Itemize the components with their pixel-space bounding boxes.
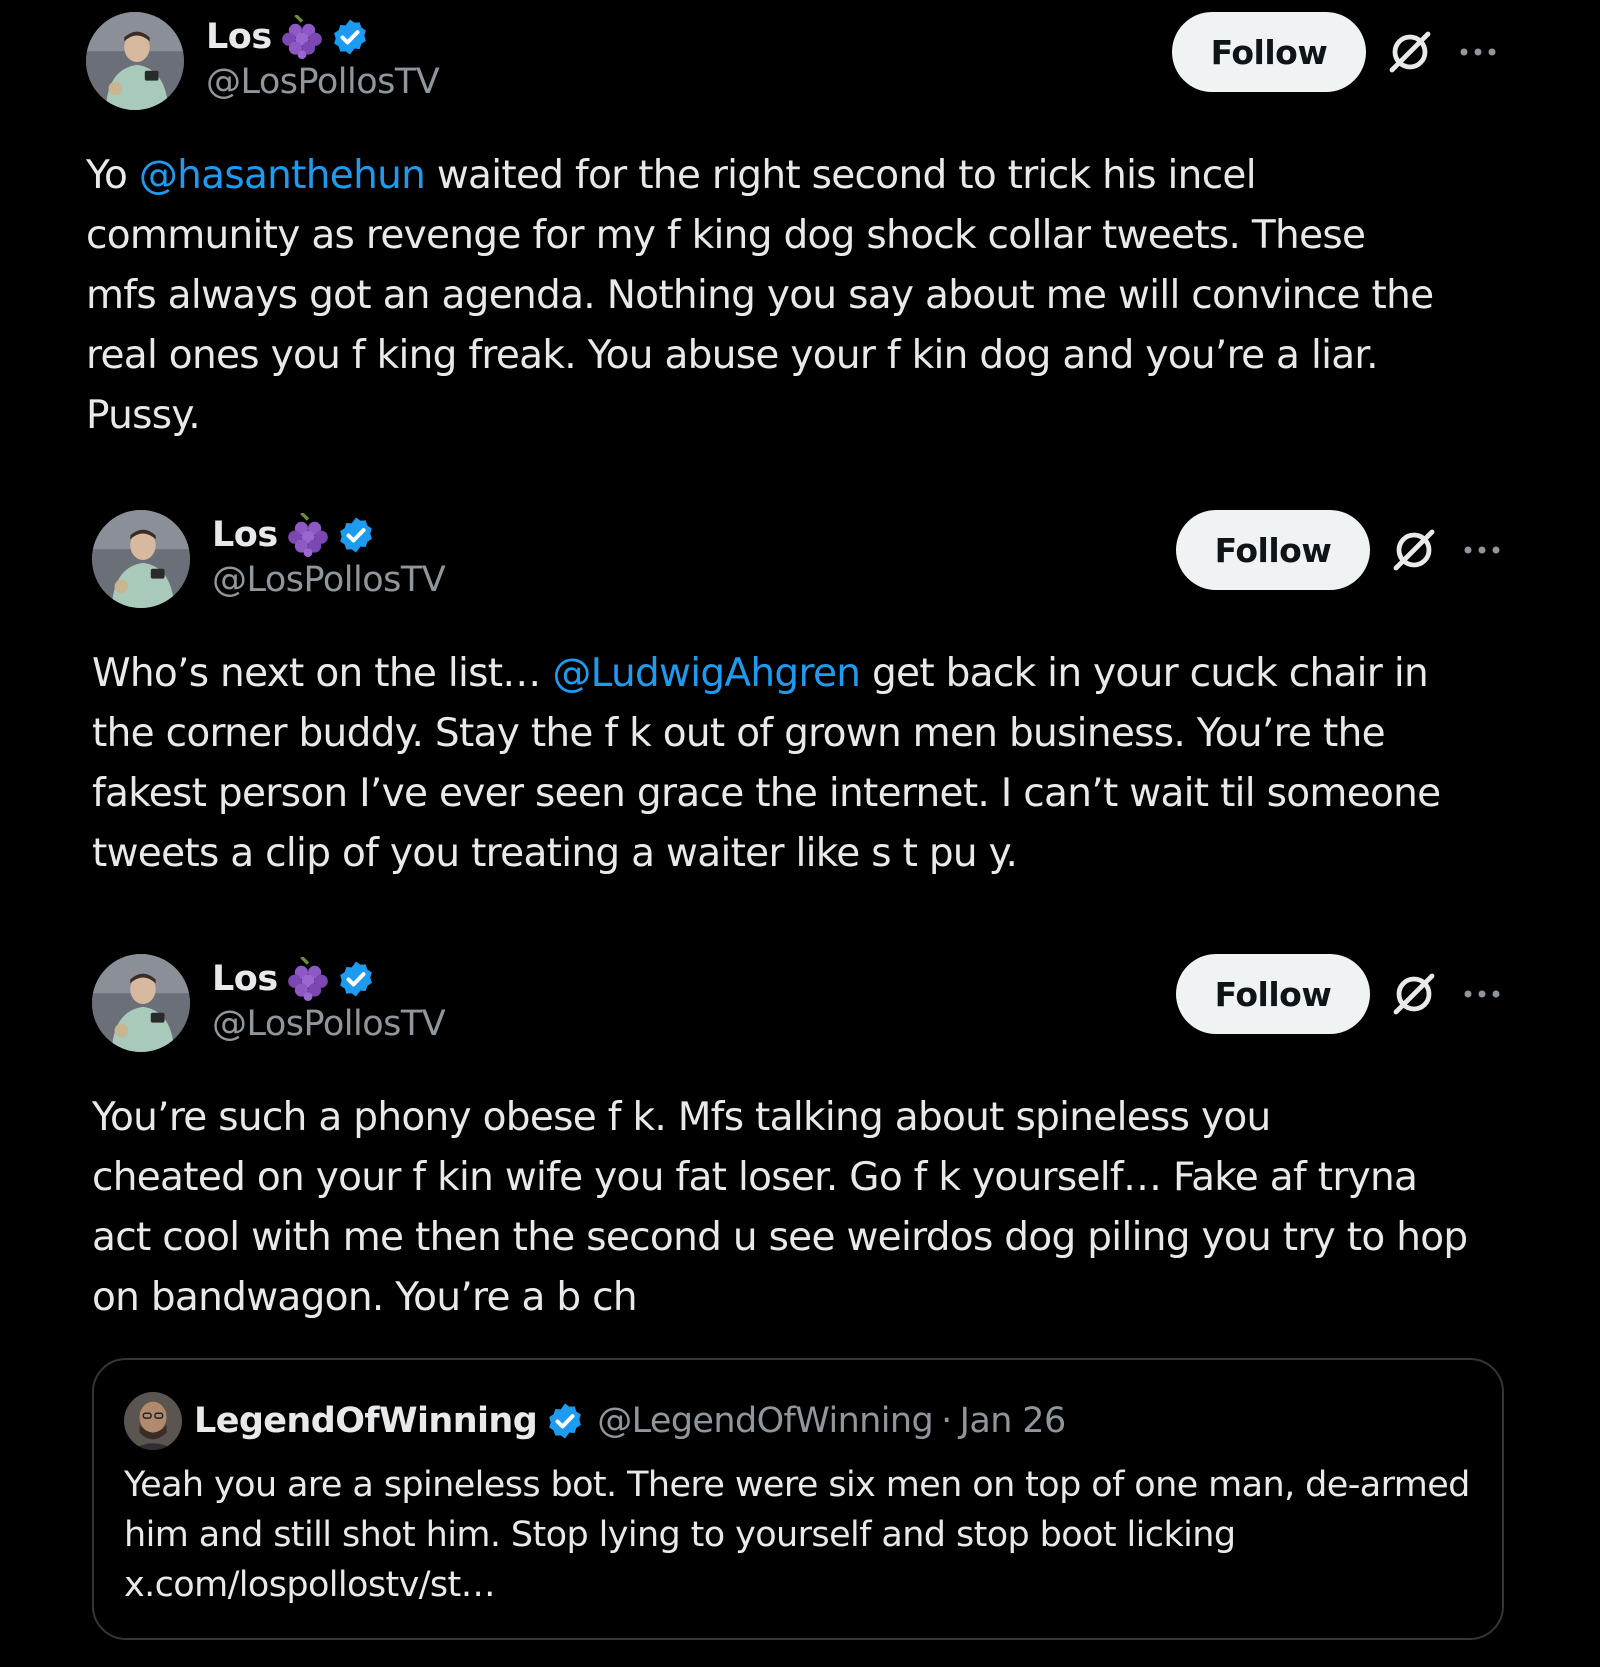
grok-icon[interactable] — [1390, 526, 1438, 574]
avatar[interactable] — [92, 954, 190, 1052]
grapes-icon — [287, 957, 328, 1001]
handle[interactable]: @LosPollosTV — [206, 62, 440, 102]
avatar-photo — [86, 12, 184, 110]
verified-icon — [339, 517, 372, 553]
avatar[interactable] — [86, 12, 184, 110]
grapes-icon — [281, 15, 322, 59]
avatar-photo — [92, 954, 190, 1052]
tweet-text-line: act cool with me then the second u see w… — [92, 1215, 1468, 1260]
quote-link[interactable]: x.com/lospollostv/st… — [124, 1560, 1470, 1610]
quote-date[interactable]: Jan 26 — [960, 1401, 1067, 1441]
more-options-icon[interactable] — [1458, 46, 1498, 58]
follow-button[interactable]: Follow — [1172, 12, 1366, 92]
grok-icon[interactable] — [1390, 970, 1438, 1018]
quote-display-name[interactable]: LegendOfWinning — [194, 1401, 538, 1441]
quote-avatar-photo — [124, 1392, 182, 1450]
quote-text: Yeah you are a spineless bot. There were… — [124, 1460, 1470, 1610]
mention-link[interactable]: @hasanthehun — [139, 153, 426, 198]
follow-button[interactable]: Follow — [1176, 954, 1370, 1034]
display-name[interactable]: Los — [206, 17, 272, 57]
separator-dot: · — [941, 1401, 952, 1441]
more-options-icon[interactable] — [1462, 544, 1502, 556]
tweet-text-line: You’re such a phony obese f k. Mfs talki… — [92, 1095, 1271, 1140]
verified-icon — [549, 1403, 582, 1439]
tweet-text-line: on bandwagon. You’re a b ch — [92, 1275, 638, 1320]
verified-icon — [339, 961, 372, 997]
tweet-text-line: fakest person I’ve ever seen grace the i… — [92, 771, 1441, 816]
tweet-text: You’re such a phony obese f k. Mfs talki… — [92, 1088, 1468, 1328]
quote-text-line: Yeah you are a spineless bot. There were… — [124, 1465, 1470, 1505]
tweet-text: Who’s next on the list… @LudwigAhgren ge… — [92, 644, 1441, 884]
mention-link[interactable]: @LudwigAhgren — [552, 651, 861, 696]
display-name[interactable]: Los — [212, 959, 278, 999]
tweet-text-line: community as revenge for my f king dog s… — [86, 213, 1366, 258]
name-row: Los — [206, 14, 370, 60]
tweet-text-line: mfs always got an agenda. Nothing you sa… — [86, 273, 1434, 318]
name-row: Los — [212, 956, 376, 1002]
handle[interactable]: @LosPollosTV — [212, 1004, 446, 1044]
tweet-text-line: cheated on your f kin wife you fat loser… — [92, 1155, 1418, 1200]
grok-icon[interactable] — [1386, 28, 1434, 76]
quote-text-line: him and still shot him. Stop lying to yo… — [124, 1515, 1236, 1555]
more-options-icon[interactable] — [1462, 988, 1502, 1000]
tweet-text-line: the corner buddy. Stay the f k out of gr… — [92, 711, 1386, 756]
follow-button[interactable]: Follow — [1176, 510, 1370, 590]
avatar-photo — [92, 510, 190, 608]
quote-header: LegendOfWinning @LegendOfWinning · Jan 2… — [194, 1396, 1066, 1446]
tweet-text-line: Pussy. — [86, 393, 201, 438]
display-name[interactable]: Los — [212, 515, 278, 555]
avatar[interactable] — [92, 510, 190, 608]
quoted-tweet-card[interactable]: LegendOfWinning @LegendOfWinning · Jan 2… — [92, 1358, 1504, 1640]
quote-avatar[interactable] — [124, 1392, 182, 1450]
tweet-text-line: Who’s next on the list… @LudwigAhgren ge… — [92, 651, 1429, 696]
tweet-text-line: tweets a clip of you treating a waiter l… — [92, 831, 1018, 876]
handle[interactable]: @LosPollosTV — [212, 560, 446, 600]
verified-icon — [333, 19, 366, 55]
quote-handle[interactable]: @LegendOfWinning — [597, 1401, 933, 1441]
grapes-icon — [287, 513, 328, 557]
name-row: Los — [212, 512, 376, 558]
tweet-text: Yo @hasanthehun waited for the right sec… — [86, 146, 1434, 446]
tweet-text-line: real ones you f king freak. You abuse yo… — [86, 333, 1379, 378]
tweet-text-line: Yo @hasanthehun waited for the right sec… — [86, 153, 1257, 198]
